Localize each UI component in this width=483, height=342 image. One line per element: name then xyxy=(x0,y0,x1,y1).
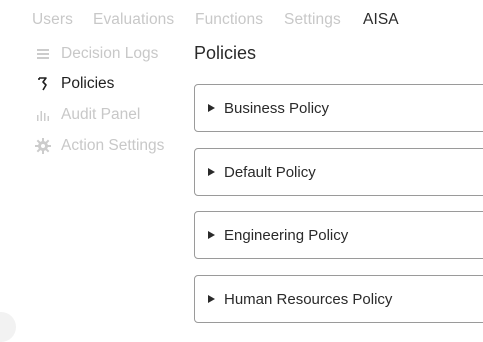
list-icon xyxy=(34,45,52,63)
policy-label: Engineering Policy xyxy=(224,226,349,244)
sidebar-item-policies[interactable]: Policies xyxy=(34,72,184,96)
nav-settings[interactable]: Settings xyxy=(284,11,341,29)
policy-label: Business Policy xyxy=(224,99,330,117)
expand-triangle-icon xyxy=(208,231,215,239)
policy-accordion-business[interactable]: Business Policy xyxy=(194,84,483,132)
policy-label: Human Resources Policy xyxy=(224,290,393,308)
sidebar-item-label: Decision Logs xyxy=(61,45,159,62)
policy-accordion-default[interactable]: Default Policy xyxy=(194,148,483,196)
sidebar-item-label: Audit Panel xyxy=(61,106,141,123)
nav-evaluations[interactable]: Evaluations xyxy=(93,11,174,29)
policy-icon xyxy=(34,75,52,93)
nav-aisa[interactable]: AISA xyxy=(363,11,399,29)
policy-accordion-human-resources[interactable]: Human Resources Policy xyxy=(194,275,483,323)
nav-functions[interactable]: Functions xyxy=(195,11,263,29)
sidebar-item-action-settings[interactable]: Action Settings xyxy=(34,134,184,158)
expand-triangle-icon xyxy=(208,168,215,176)
expand-triangle-icon xyxy=(208,104,215,112)
corner-decoration xyxy=(0,312,16,342)
sidebar-item-label: Policies xyxy=(61,75,115,92)
bar-chart-icon xyxy=(34,106,52,124)
expand-triangle-icon xyxy=(208,295,215,303)
policy-label: Default Policy xyxy=(224,163,316,181)
sidebar-item-decision-logs[interactable]: Decision Logs xyxy=(34,42,184,66)
page-title: Policies xyxy=(194,43,257,63)
sidebar-item-audit-panel[interactable]: Audit Panel xyxy=(34,103,184,127)
policy-accordion-engineering[interactable]: Engineering Policy xyxy=(194,211,483,259)
gear-icon xyxy=(34,137,52,155)
sidebar-item-label: Action Settings xyxy=(61,137,165,154)
nav-users[interactable]: Users xyxy=(32,11,73,29)
